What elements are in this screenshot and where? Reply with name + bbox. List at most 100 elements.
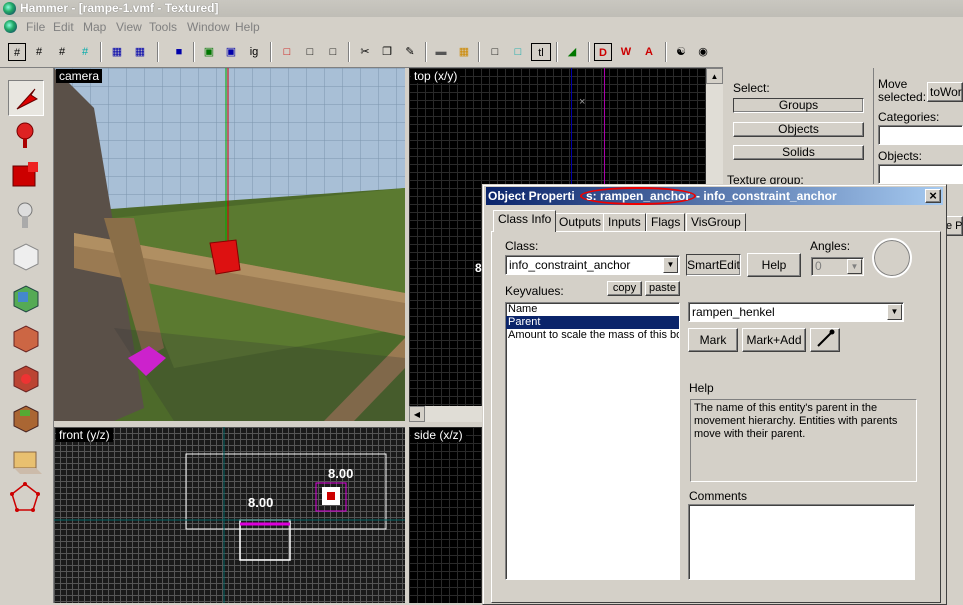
mark-add-button[interactable]: Mark+Add — [742, 328, 806, 352]
tab-visgroup[interactable]: VisGroup — [686, 213, 746, 232]
comments-textarea[interactable] — [688, 504, 915, 580]
cube-icon[interactable]: □ — [301, 43, 319, 61]
copy-button[interactable]: copy — [607, 281, 642, 296]
list-item[interactable]: Name — [506, 303, 679, 316]
entity-tool-icon[interactable] — [8, 198, 42, 232]
select-solids-button[interactable]: Solids — [733, 145, 864, 160]
unhide-icon[interactable]: ▣ — [222, 43, 240, 61]
smartedit-button[interactable]: SmartEdit — [686, 254, 741, 276]
categories-label: Categories: — [878, 110, 940, 124]
display-w-icon[interactable]: W — [617, 43, 635, 61]
class-value: info_constraint_anchor — [509, 258, 631, 272]
carve-icon[interactable]: ▦ — [108, 43, 126, 61]
main-toolbar: # # # # ▦ ▦ ■ ▣ ▣ ig □ □ □ ✂ ❐ ✎ ▬ ▦ □ □… — [0, 37, 723, 68]
grid-dots-icon[interactable]: # — [76, 43, 94, 61]
selection-tool-icon[interactable] — [8, 80, 44, 116]
tool-palette — [0, 68, 54, 603]
block-tool-icon[interactable] — [8, 238, 42, 272]
tab-outputs[interactable]: Outputs — [554, 213, 607, 232]
class-dropdown[interactable]: info_constraint_anchor ▼ — [505, 255, 680, 275]
grid-small-icon[interactable]: # — [8, 43, 26, 61]
class-label: Class: — [505, 239, 539, 253]
magnify-tool-icon[interactable] — [8, 118, 42, 152]
tab-class-info[interactable]: Class Info — [493, 210, 557, 232]
group-icon[interactable]: ▦ — [131, 43, 149, 61]
copy-icon[interactable]: ❐ — [378, 43, 396, 61]
overlay-tool-icon[interactable] — [8, 400, 42, 434]
window-title: Hammer - [rampe-1.vmf - Textured] — [20, 1, 219, 15]
camera-tool-icon[interactable] — [8, 158, 42, 192]
menu-help[interactable]: Help — [235, 20, 260, 34]
list-item-selected[interactable]: Parent — [506, 316, 679, 329]
chevron-down-icon: ▼ — [663, 257, 678, 273]
categories-dropdown[interactable] — [878, 125, 963, 145]
cut-icon[interactable]: ✂ — [356, 43, 374, 61]
texture-lock-icon[interactable]: ▬ — [432, 43, 450, 61]
grid-3d-icon[interactable]: # — [30, 43, 48, 61]
keyvalues-list[interactable]: Name Parent Amount to scale the mass of … — [505, 302, 680, 580]
eyedropper-icon[interactable] — [810, 328, 840, 352]
paste-icon[interactable]: ✎ — [401, 43, 419, 61]
select-icon[interactable]: □ — [509, 43, 527, 61]
selection-box-icon[interactable]: □ — [486, 43, 504, 61]
comments-label: Comments — [689, 489, 748, 503]
menu-view[interactable]: View — [116, 20, 142, 34]
list-item[interactable]: Amount to scale the mass of this bo — [506, 329, 679, 342]
world-icon[interactable]: ◉ — [694, 43, 712, 61]
menu-map[interactable]: Map — [83, 20, 106, 34]
menu-bar: File Edit Map View Tools Window Help — [0, 17, 963, 37]
menu-file[interactable]: File — [26, 20, 45, 34]
display-d-icon[interactable]: D — [594, 43, 612, 61]
angles-dropdown[interactable]: 0 ▼ — [811, 257, 864, 276]
parent-value: rampen_henkel — [692, 305, 775, 319]
paste-button[interactable]: paste — [645, 281, 680, 296]
mark-button[interactable]: Mark — [688, 328, 738, 352]
help-section-label: Help — [689, 381, 714, 395]
camera-viewport[interactable]: camera — [54, 68, 405, 421]
document-icon[interactable] — [4, 20, 17, 33]
box-icon[interactable]: □ — [324, 43, 342, 61]
entity-icon[interactable]: ■ — [170, 43, 188, 61]
cordon-icon[interactable]: □ — [278, 43, 296, 61]
chevron-down-icon: ▼ — [847, 259, 862, 274]
select-groups-button[interactable]: Groups — [733, 98, 864, 113]
parent-value-dropdown[interactable]: rampen_henkel ▼ — [688, 302, 904, 322]
move-selected-label: Move selected: — [878, 77, 927, 104]
select-objects-button[interactable]: Objects — [733, 122, 864, 137]
vertex-tool-icon[interactable] — [8, 480, 42, 514]
angle-dial[interactable] — [872, 238, 912, 278]
hammer-app-icon — [3, 2, 16, 15]
front-dimension-label-2: 8.00 — [328, 466, 354, 481]
angles-value: 0 — [815, 259, 822, 273]
grid-icon[interactable]: # — [53, 43, 71, 61]
properties-button-partial[interactable]: e Pr — [945, 216, 963, 236]
hide-icon[interactable]: ▣ — [200, 43, 218, 61]
angles-label: Angles: — [810, 239, 851, 253]
help-button[interactable]: Help — [747, 253, 801, 277]
menu-window[interactable]: Window — [187, 20, 230, 34]
texture-browser-icon[interactable]: ▦ — [455, 43, 473, 61]
tab-flags[interactable]: Flags — [646, 213, 686, 232]
camera-view-label: camera — [56, 69, 103, 83]
objects-dropdown[interactable] — [878, 164, 963, 184]
flip-icon[interactable]: ◢ — [563, 43, 581, 61]
menu-edit[interactable]: Edit — [53, 20, 74, 34]
decal-tool-icon[interactable] — [8, 360, 42, 394]
window-title-bar: Hammer - [rampe-1.vmf - Textured] — [0, 0, 963, 17]
apply-texture-icon[interactable] — [8, 320, 42, 354]
tl-button[interactable]: tl — [531, 43, 551, 61]
dialog-title-suffix: - info_constraint_anchor — [696, 189, 837, 203]
helper-icon[interactable]: ☯ — [672, 43, 690, 61]
menu-tools[interactable]: Tools — [149, 20, 177, 34]
clip-tool-icon[interactable] — [8, 442, 42, 476]
ignore-groups-icon[interactable]: ig — [245, 43, 263, 61]
texture-tool-icon[interactable] — [8, 280, 42, 314]
side-view-label: side (x/z) — [411, 428, 466, 442]
to-world-button[interactable]: toWorld — [927, 82, 963, 102]
side-viewport[interactable]: side (x/z) — [409, 427, 484, 603]
dialog-close-button[interactable]: × — [925, 189, 941, 203]
display-a-icon[interactable]: A — [640, 43, 658, 61]
tab-inputs[interactable]: Inputs — [603, 213, 646, 232]
front-viewport[interactable]: front (y/z) 8.00 8.00 — [54, 427, 405, 603]
keyvalues-label: Keyvalues: — [505, 284, 564, 298]
